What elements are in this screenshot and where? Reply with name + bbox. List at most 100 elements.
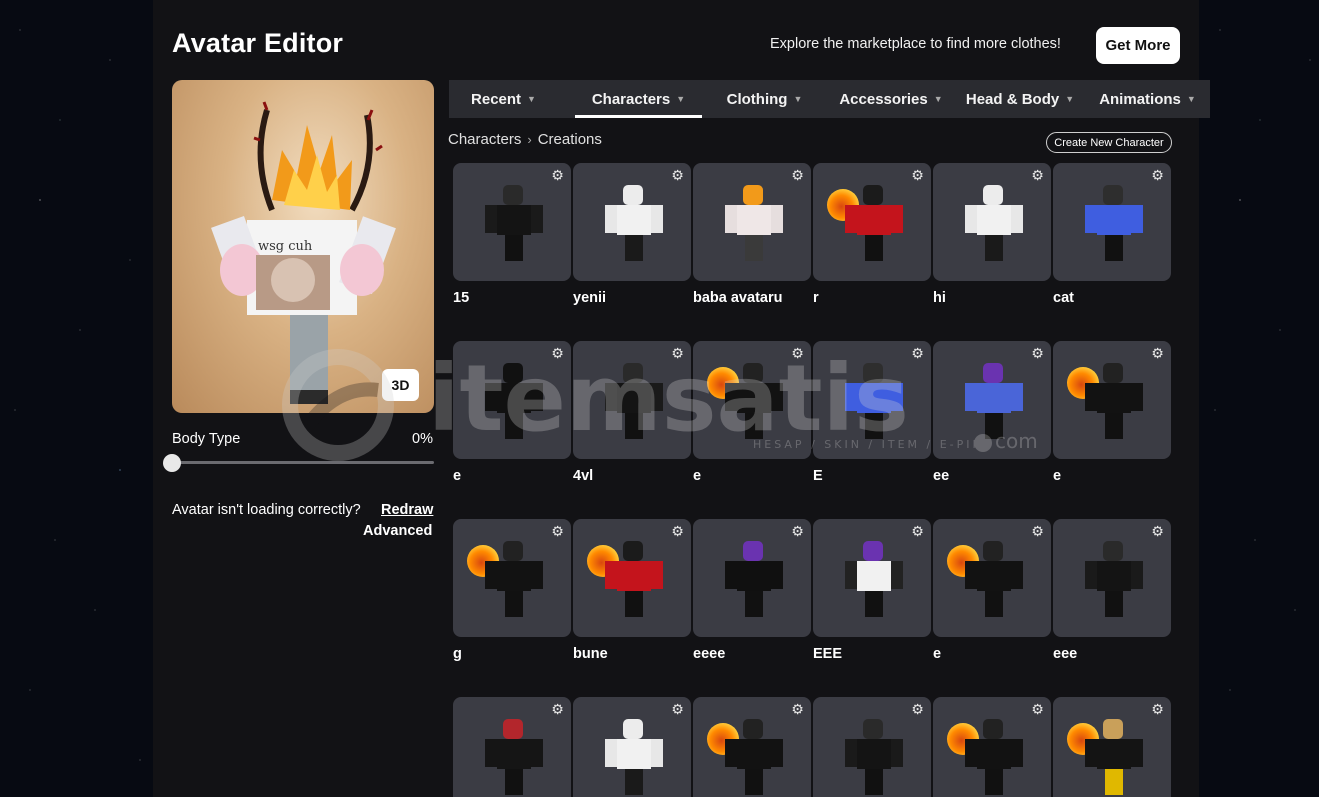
character-card[interactable]: ⚙ hi <box>933 163 1051 306</box>
character-name: 15 <box>453 290 470 306</box>
character-thumbnail[interactable]: ⚙ <box>453 697 571 797</box>
gear-icon[interactable]: ⚙ <box>670 524 685 539</box>
tab-animations[interactable]: Animations ▼ <box>1085 80 1210 118</box>
redraw-link[interactable]: Redraw <box>381 502 433 518</box>
gear-icon[interactable]: ⚙ <box>1150 168 1165 183</box>
gear-icon[interactable]: ⚙ <box>550 702 565 717</box>
body-type-slider-thumb[interactable] <box>163 454 181 472</box>
gear-icon[interactable]: ⚙ <box>910 346 925 361</box>
character-head <box>863 541 883 561</box>
gear-icon[interactable]: ⚙ <box>550 524 565 539</box>
gear-icon[interactable]: ⚙ <box>790 346 805 361</box>
character-card[interactable]: ⚙ ee <box>933 341 1051 484</box>
body-type-slider-track[interactable] <box>172 461 434 464</box>
character-card[interactable]: ⚙ cat <box>1053 163 1171 306</box>
character-card[interactable]: ⚙ yenii <box>573 163 691 306</box>
character-card[interactable]: ⚙ e <box>933 519 1051 662</box>
character-thumbnail[interactable]: ⚙ <box>933 519 1051 637</box>
create-new-character-button[interactable]: Create New Character <box>1046 132 1172 153</box>
character-thumbnail[interactable]: ⚙ <box>693 697 811 797</box>
character-thumbnail[interactable]: ⚙ <box>1053 163 1171 281</box>
gear-icon[interactable]: ⚙ <box>1150 524 1165 539</box>
character-card[interactable]: ⚙ <box>573 697 691 797</box>
gear-icon[interactable]: ⚙ <box>910 168 925 183</box>
gear-icon[interactable]: ⚙ <box>790 702 805 717</box>
character-thumbnail[interactable]: ⚙ <box>1053 697 1171 797</box>
character-head <box>1103 541 1123 561</box>
character-card[interactable]: ⚙ <box>933 697 1051 797</box>
tab-clothing[interactable]: Clothing ▼ <box>702 80 827 118</box>
character-legs <box>1105 235 1123 261</box>
character-card[interactable]: ⚙ <box>453 697 571 797</box>
view-3d-button[interactable]: 3D <box>382 369 419 401</box>
character-card[interactable]: ⚙ 15 <box>453 163 571 306</box>
character-card[interactable]: ⚙ E <box>813 341 931 484</box>
character-card[interactable]: ⚙ eee <box>1053 519 1171 662</box>
character-thumbnail[interactable]: ⚙ <box>813 697 931 797</box>
character-thumbnail[interactable]: ⚙ <box>933 341 1051 459</box>
character-thumbnail[interactable]: ⚙ <box>693 341 811 459</box>
character-arm-right <box>1011 205 1023 233</box>
character-card[interactable]: ⚙ <box>813 697 931 797</box>
character-thumbnail[interactable]: ⚙ <box>453 519 571 637</box>
character-thumbnail[interactable]: ⚙ <box>453 341 571 459</box>
character-thumbnail[interactable]: ⚙ <box>573 697 691 797</box>
gear-icon[interactable]: ⚙ <box>1150 702 1165 717</box>
character-card[interactable]: ⚙ bune <box>573 519 691 662</box>
character-card[interactable]: ⚙ eeee <box>693 519 811 662</box>
gear-icon[interactable]: ⚙ <box>790 168 805 183</box>
character-thumbnail[interactable]: ⚙ <box>1053 341 1171 459</box>
character-card[interactable]: ⚙ <box>693 697 811 797</box>
character-thumbnail[interactable]: ⚙ <box>813 163 931 281</box>
character-thumbnail[interactable]: ⚙ <box>933 163 1051 281</box>
character-thumbnail[interactable]: ⚙ <box>813 519 931 637</box>
tab-characters[interactable]: Characters ▼ <box>575 80 702 118</box>
breadcrumb-root[interactable]: Characters <box>448 131 521 148</box>
character-thumbnail[interactable]: ⚙ <box>573 341 691 459</box>
avatar-preview[interactable]: wsg cuh <box>172 80 434 413</box>
character-thumbnail[interactable]: ⚙ <box>453 163 571 281</box>
character-thumbnail[interactable]: ⚙ <box>693 163 811 281</box>
character-arm-left <box>1085 205 1097 233</box>
gear-icon[interactable]: ⚙ <box>1030 524 1045 539</box>
character-card[interactable]: ⚙ EEE <box>813 519 931 662</box>
character-card[interactable]: ⚙ <box>1053 697 1171 797</box>
gear-icon[interactable]: ⚙ <box>670 702 685 717</box>
gear-icon[interactable]: ⚙ <box>550 168 565 183</box>
character-card[interactable]: ⚙ baba avataru <box>693 163 811 306</box>
gear-icon[interactable]: ⚙ <box>1030 346 1045 361</box>
gear-icon[interactable]: ⚙ <box>1150 346 1165 361</box>
gear-icon[interactable]: ⚙ <box>790 524 805 539</box>
character-card[interactable]: ⚙ g <box>453 519 571 662</box>
gear-icon[interactable]: ⚙ <box>1030 168 1045 183</box>
character-thumbnail[interactable]: ⚙ <box>573 163 691 281</box>
character-card[interactable]: ⚙ e <box>693 341 811 484</box>
character-arm-right <box>531 739 543 767</box>
get-more-button[interactable]: Get More <box>1096 27 1180 64</box>
character-card[interactable]: ⚙ e <box>1053 341 1171 484</box>
character-thumbnail[interactable]: ⚙ <box>573 519 691 637</box>
character-arm-right <box>651 739 663 767</box>
gear-icon[interactable]: ⚙ <box>670 346 685 361</box>
tab-recent[interactable]: Recent ▼ <box>449 80 558 118</box>
character-thumbnail[interactable]: ⚙ <box>693 519 811 637</box>
gear-icon[interactable]: ⚙ <box>910 702 925 717</box>
character-card[interactable]: ⚙ 4vl <box>573 341 691 484</box>
character-card[interactable]: ⚙ e <box>453 341 571 484</box>
character-thumbnail[interactable]: ⚙ <box>1053 519 1171 637</box>
tab-head-body[interactable]: Head & Body ▼ <box>955 80 1085 118</box>
character-arm-left <box>605 561 617 589</box>
character-card[interactable]: ⚙ r <box>813 163 931 306</box>
tab-accessories[interactable]: Accessories ▼ <box>827 80 955 118</box>
character-thumbnail[interactable]: ⚙ <box>933 697 1051 797</box>
character-legs <box>505 769 523 795</box>
character-head <box>623 185 643 205</box>
character-thumbnail[interactable]: ⚙ <box>813 341 931 459</box>
gear-icon[interactable]: ⚙ <box>550 346 565 361</box>
gear-icon[interactable]: ⚙ <box>670 168 685 183</box>
character-arm-right <box>891 383 903 411</box>
advanced-link[interactable]: Advanced <box>363 523 432 539</box>
gear-icon[interactable]: ⚙ <box>910 524 925 539</box>
gear-icon[interactable]: ⚙ <box>1030 702 1045 717</box>
character-arm-right <box>651 561 663 589</box>
